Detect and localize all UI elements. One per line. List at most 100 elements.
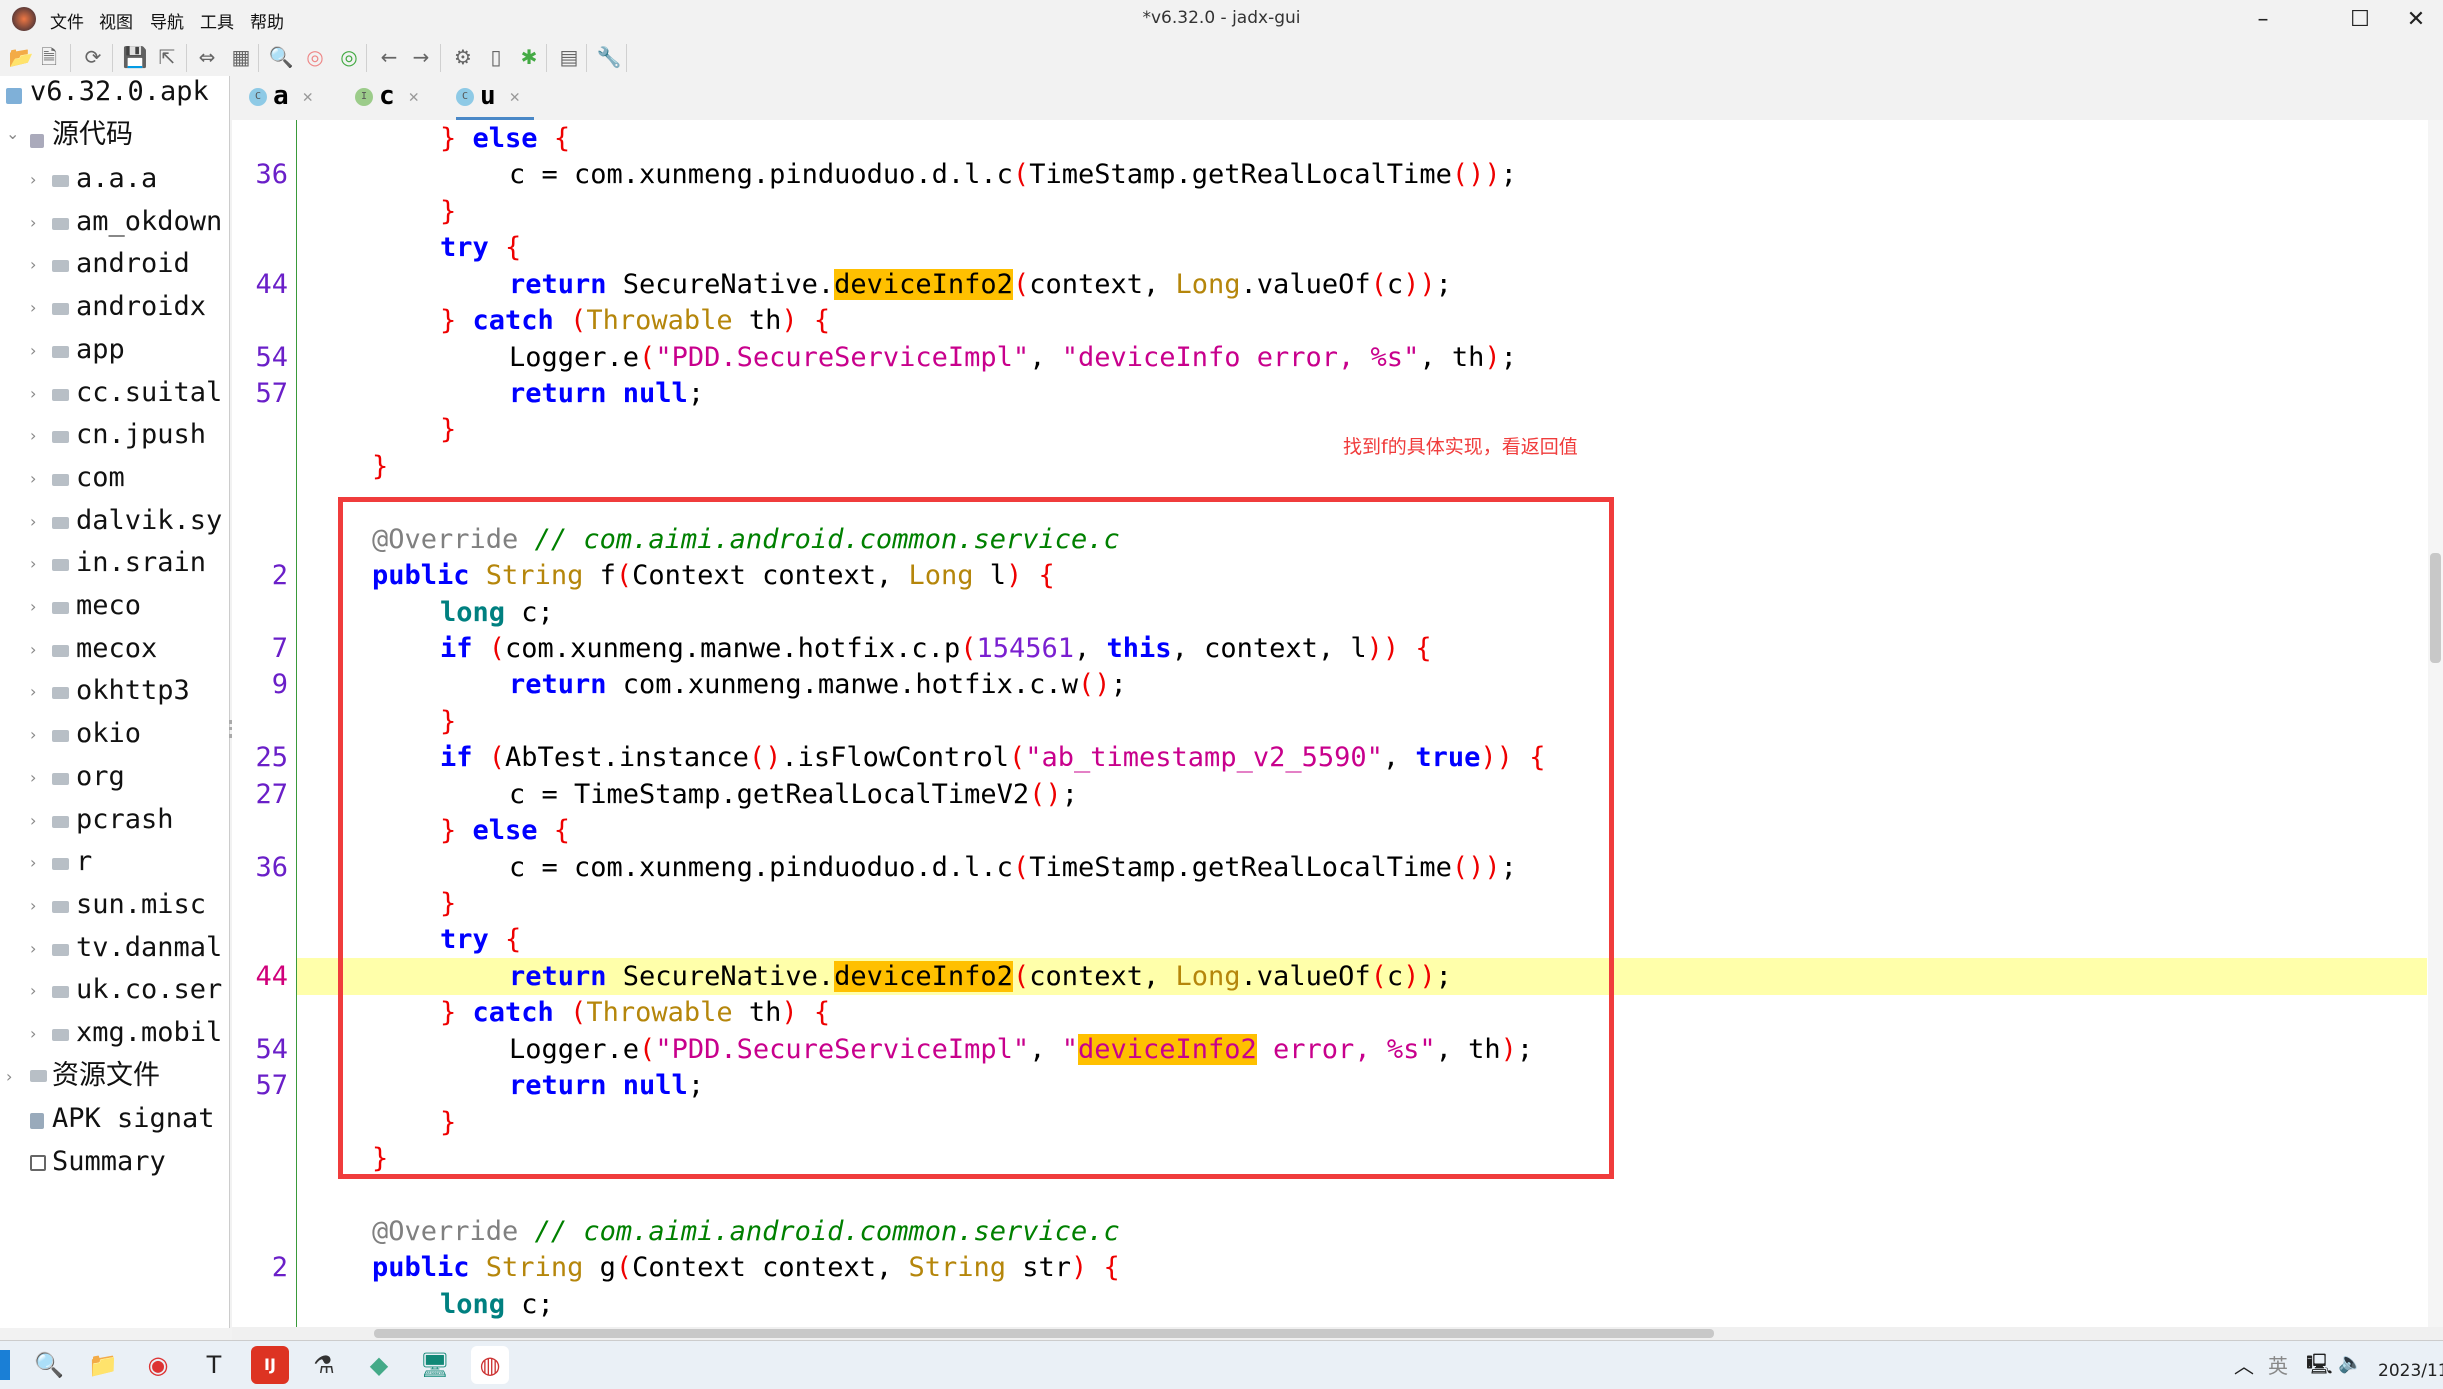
- close-button[interactable]: ✕: [2386, 2, 2443, 38]
- search-usage-icon[interactable]: ◎: [336, 44, 362, 70]
- menu-3[interactable]: 工具: [200, 8, 234, 33]
- chevron-right-icon[interactable]: ›: [30, 298, 36, 317]
- ime-indicator[interactable]: 英: [2268, 1350, 2288, 1379]
- forward-icon[interactable]: →: [408, 44, 434, 70]
- chevron-right-icon[interactable]: ›: [30, 384, 36, 403]
- code-line[interactable]: 36 c = com.xunmeng.pinduoduo.d.l.c(TimeSt…: [232, 157, 2432, 193]
- back-icon[interactable]: ←: [376, 44, 402, 70]
- taskbar-chrome-icon[interactable]: ◉: [139, 1346, 177, 1384]
- tree-root-apk[interactable]: v6.32.0.apk: [30, 76, 209, 113]
- taskbar-jadx-icon[interactable]: ◍: [471, 1346, 509, 1384]
- taskbar-search-icon[interactable]: 🔍: [30, 1346, 68, 1384]
- code-line[interactable]: try {: [232, 230, 2432, 266]
- tree-item-package[interactable]: android: [76, 243, 190, 285]
- tab-u[interactable]: Cu ✕: [456, 76, 534, 120]
- tree-item-package[interactable]: com: [76, 457, 125, 499]
- tree-item-package[interactable]: sun.misc: [76, 884, 206, 926]
- taskbar-intellij-idea-icon[interactable]: IJ: [251, 1346, 289, 1384]
- chevron-right-icon[interactable]: ›: [30, 768, 36, 787]
- add-files-icon[interactable]: 🗎: [36, 44, 62, 70]
- tree-item-package[interactable]: am_okdown: [76, 201, 222, 243]
- tree-item-package[interactable]: okio: [76, 713, 141, 755]
- chevron-right-icon[interactable]: ›: [30, 939, 36, 958]
- taskbar-app-icon[interactable]: ⚗: [305, 1346, 343, 1384]
- close-tab-icon[interactable]: ✕: [303, 87, 313, 107]
- taskbar-typora-icon[interactable]: T: [195, 1346, 233, 1384]
- tree-item-apk-signature[interactable]: APK signat: [52, 1098, 215, 1140]
- minimize-button[interactable]: –: [2233, 2, 2293, 38]
- hierarchy-icon[interactable]: ▦: [228, 44, 254, 70]
- tree-item-package[interactable]: dalvik.sy: [76, 500, 222, 542]
- clock-date[interactable]: 2023/11/2: [2378, 1361, 2443, 1381]
- code-line[interactable]: }: [232, 194, 2432, 230]
- tree-item-package[interactable]: pcrash: [76, 799, 174, 841]
- menu-1[interactable]: 视图: [99, 8, 133, 33]
- code-line[interactable]: @Override // com.aimi.android.common.ser…: [232, 1214, 2432, 1250]
- tree-item-package[interactable]: app: [76, 329, 125, 371]
- chevron-right-icon[interactable]: ›: [30, 682, 36, 701]
- tree-item-package[interactable]: xmg.mobil: [76, 1012, 222, 1054]
- menu-0[interactable]: 文件: [50, 8, 84, 33]
- search-class-icon[interactable]: ◎: [302, 44, 328, 70]
- code-line[interactable]: 44 return SecureNative.deviceInfo2(contex…: [232, 267, 2432, 303]
- export-icon[interactable]: ⇱: [154, 44, 180, 70]
- open-icon[interactable]: 📂: [8, 44, 34, 70]
- maximize-button[interactable]: ☐: [2330, 2, 2390, 38]
- tree-item-package[interactable]: uk.co.ser: [76, 969, 222, 1011]
- chevron-right-icon[interactable]: ›: [30, 469, 36, 488]
- tree-item-summary[interactable]: Summary: [52, 1141, 166, 1183]
- chevron-right-icon[interactable]: ›: [30, 597, 36, 616]
- chevron-right-icon[interactable]: ›: [30, 896, 36, 915]
- taskbar-git-icon[interactable]: ◆: [360, 1346, 398, 1384]
- vertical-scroll-thumb[interactable]: [2430, 553, 2441, 663]
- tree-item-package[interactable]: mecox: [76, 628, 157, 670]
- tree-item-package[interactable]: cn.jpush: [76, 414, 206, 456]
- tree-item-package[interactable]: in.srain: [76, 542, 206, 584]
- tree-item-package[interactable]: meco: [76, 585, 141, 627]
- project-tree[interactable]: v6.32.0.apk ⌄ 源代码 › a.a.a › am_okdown › android ›…: [0, 76, 230, 1328]
- chevron-right-icon[interactable]: ›: [30, 811, 36, 830]
- menu-4[interactable]: 帮助: [250, 8, 284, 33]
- debug-icon[interactable]: ✱: [516, 44, 542, 70]
- code-line[interactable]: 54 Logger.e("PDD.SecureServiceImpl", "dev…: [232, 340, 2432, 376]
- chevron-right-icon[interactable]: ›: [6, 1067, 12, 1086]
- code-line[interactable]: }: [232, 449, 2432, 485]
- code-line[interactable]: long c;: [232, 1287, 2432, 1323]
- chevron-right-icon[interactable]: ›: [30, 640, 36, 659]
- search-icon[interactable]: 🔍: [268, 44, 294, 70]
- horizontal-scroll-thumb[interactable]: [374, 1329, 1714, 1338]
- chevron-right-icon[interactable]: ›: [30, 725, 36, 744]
- tree-item-package[interactable]: r: [76, 841, 92, 883]
- code-line[interactable]: } catch (Throwable th) {: [232, 303, 2432, 339]
- code-line[interactable]: }: [232, 412, 2432, 448]
- chevron-right-icon[interactable]: ›: [30, 213, 36, 232]
- chevron-right-icon[interactable]: ›: [30, 1024, 36, 1043]
- log-icon[interactable]: ▯: [483, 44, 509, 70]
- chevron-right-icon[interactable]: ›: [30, 512, 36, 531]
- decompile-icon[interactable]: ⇔: [194, 44, 220, 70]
- tree-source-code[interactable]: 源代码: [52, 114, 133, 156]
- sync-icon[interactable]: ⟳: [80, 44, 106, 70]
- tree-item-package[interactable]: cc.suital: [76, 372, 222, 414]
- tab-c[interactable]: Ic ✕: [355, 76, 419, 120]
- chevron-right-icon[interactable]: ›: [30, 255, 36, 274]
- tree-item-package[interactable]: tv.danmal: [76, 927, 222, 969]
- code-line[interactable]: 57 return null;: [232, 376, 2432, 412]
- chevron-right-icon[interactable]: ›: [30, 341, 36, 360]
- deobfuscation-icon[interactable]: ⚙: [450, 44, 476, 70]
- close-tab-icon[interactable]: ✕: [409, 87, 419, 107]
- taskbar-android-studio-icon[interactable]: 🖥: [416, 1346, 454, 1384]
- settings-icon[interactable]: 🔧: [596, 44, 622, 70]
- menu-2[interactable]: 导航: [150, 8, 184, 33]
- chevron-right-icon[interactable]: ›: [30, 853, 36, 872]
- chevron-right-icon[interactable]: ›: [30, 554, 36, 573]
- chevron-right-icon[interactable]: ›: [30, 426, 36, 445]
- network-icon[interactable]: 🖳: [2306, 1350, 2333, 1384]
- chevron-right-icon[interactable]: ›: [30, 981, 36, 1000]
- tree-item-package[interactable]: a.a.a: [76, 158, 157, 200]
- tree-item-resources[interactable]: 资源文件: [52, 1055, 160, 1097]
- volume-icon[interactable]: 🔈: [2338, 1350, 2363, 1374]
- tray-overflow-icon[interactable]: ︿: [2234, 1350, 2254, 1379]
- chevron-right-icon[interactable]: ›: [30, 170, 36, 189]
- vertical-scrollbar[interactable]: [2428, 120, 2443, 1328]
